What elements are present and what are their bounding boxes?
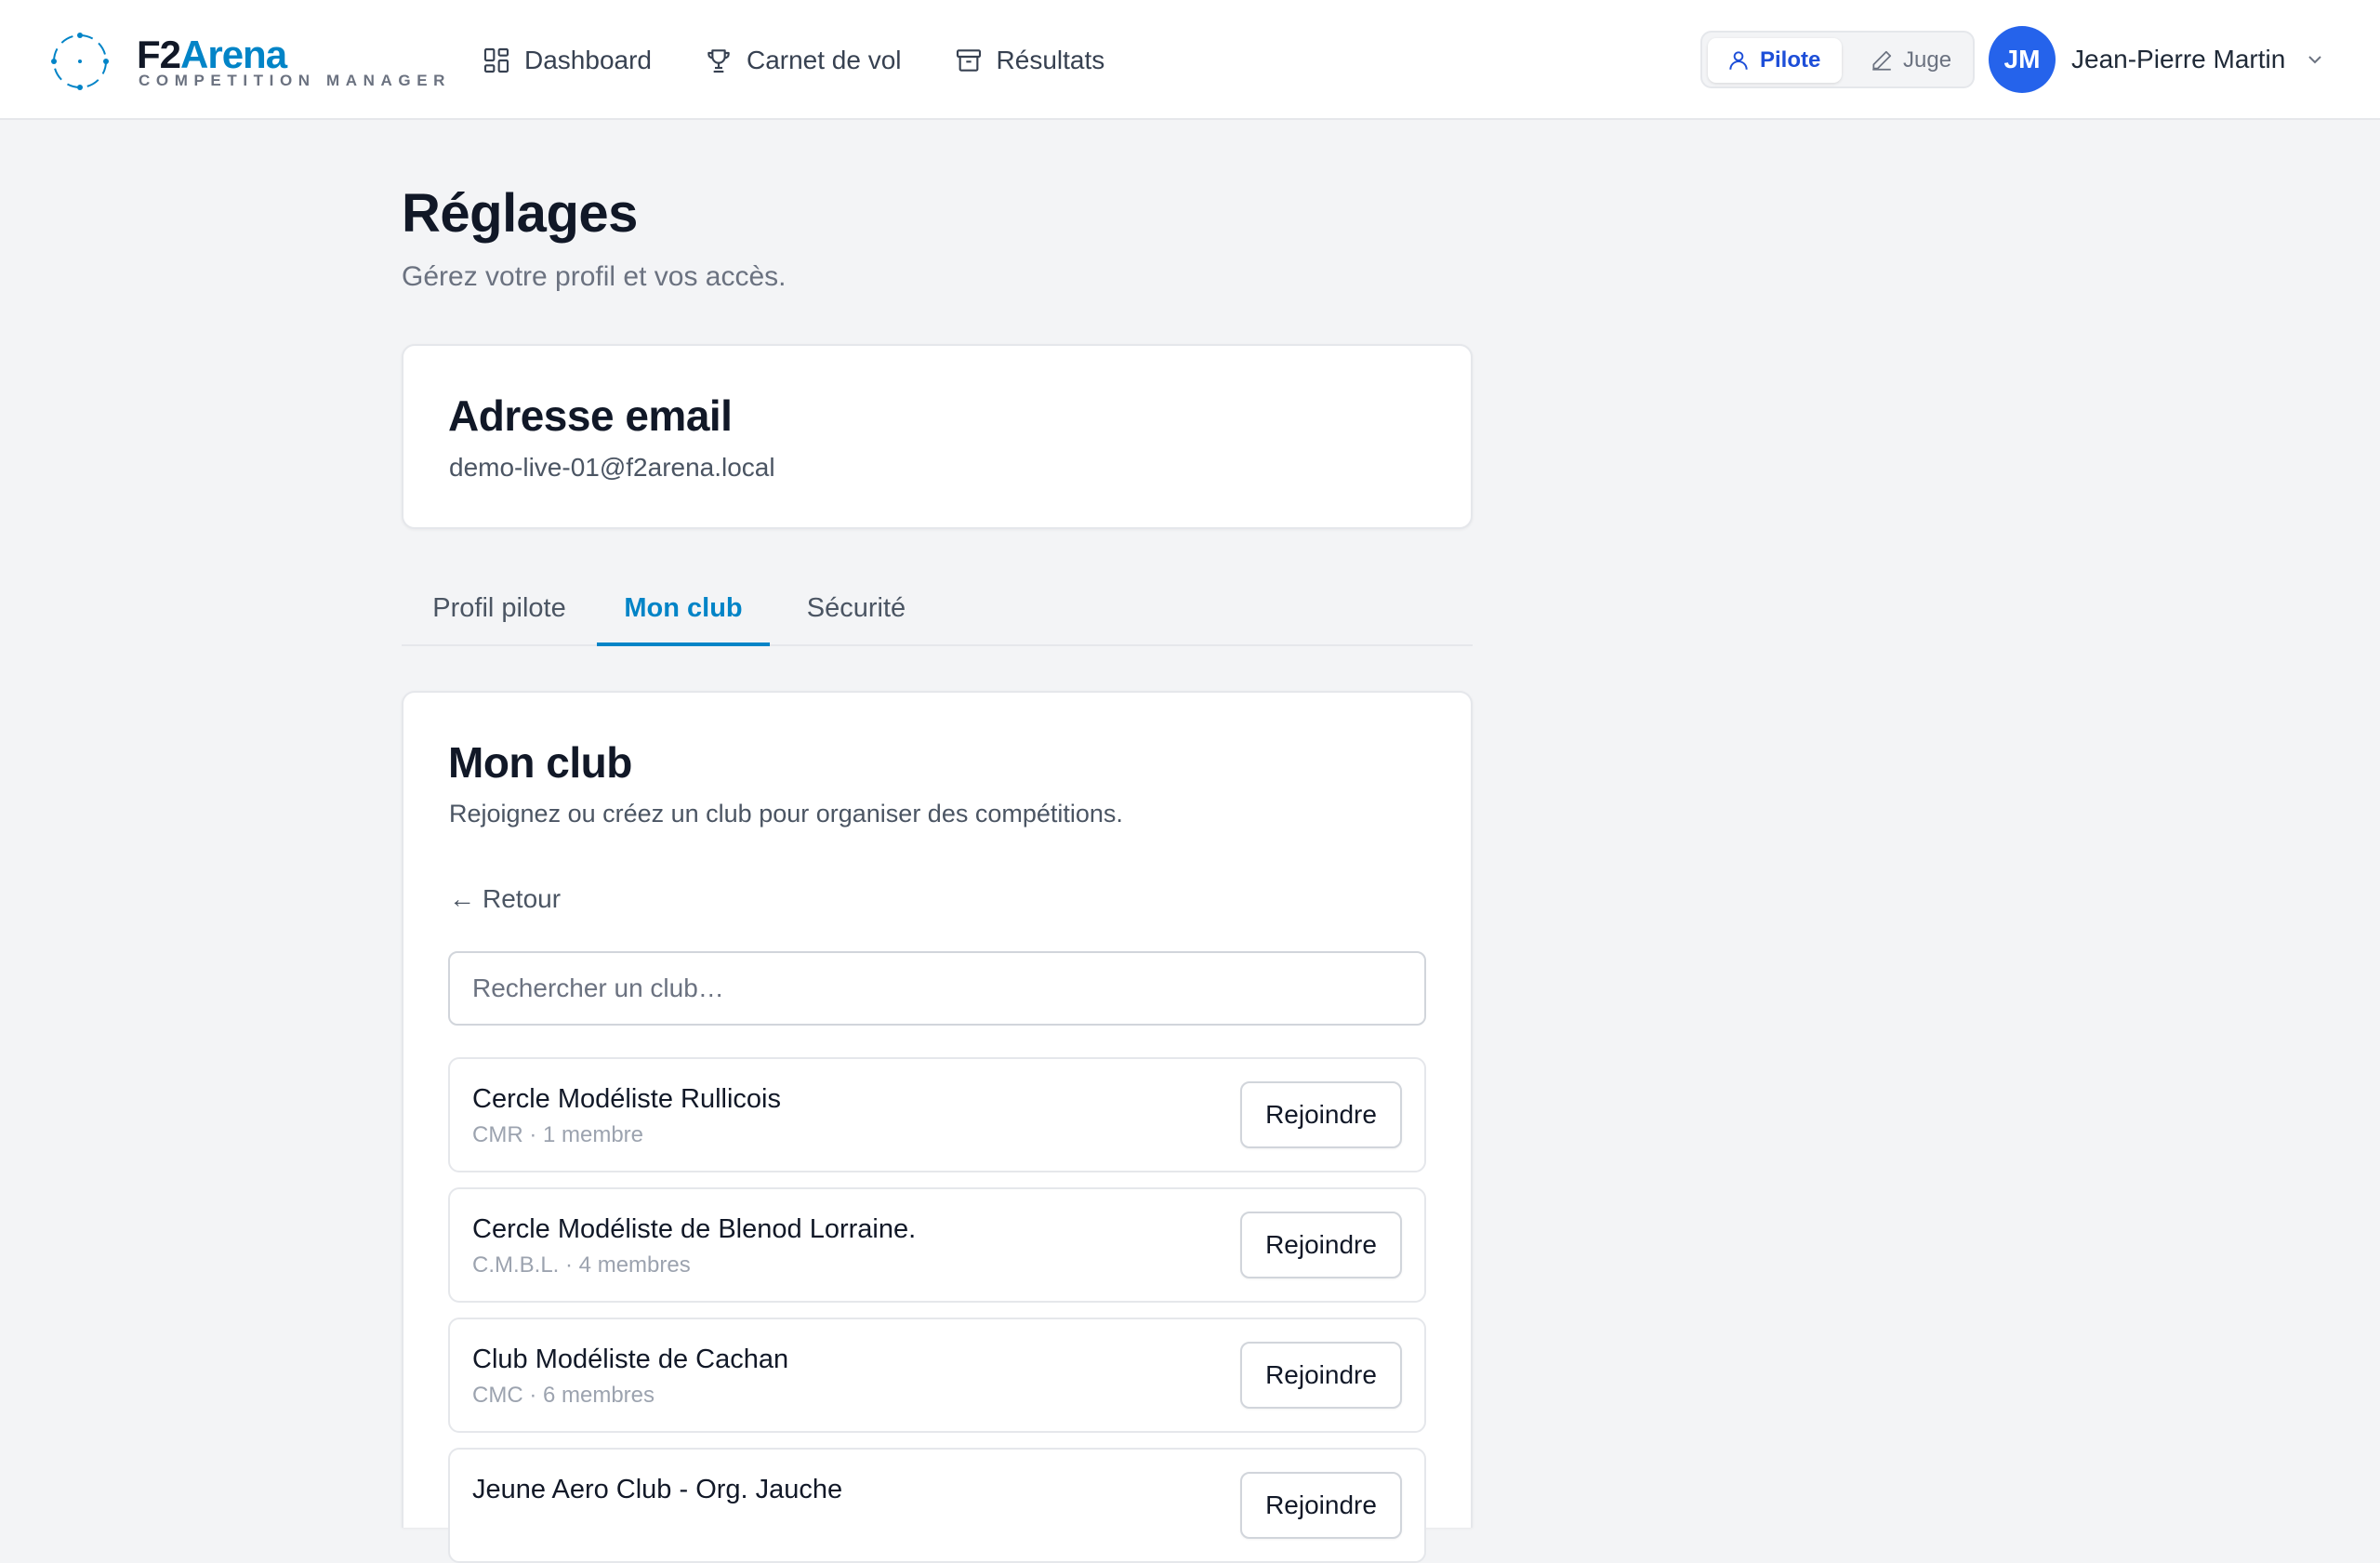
tab-mon-club[interactable]: Mon club — [597, 576, 770, 646]
chevron-down-icon — [2308, 56, 2322, 64]
club-meta: CMR · 1 membre — [472, 1122, 644, 1147]
join-club-button[interactable]: Rejoindre — [1240, 1081, 1402, 1148]
archive-icon — [956, 49, 981, 72]
club-list-item: Cercle Modéliste Rullicois CMR · 1 membr… — [448, 1057, 1426, 1172]
club-name: Cercle Modéliste Rullicois — [472, 1084, 781, 1114]
email-card-title: Adresse email — [448, 391, 733, 440]
role-juge-label: Juge — [1903, 47, 1952, 73]
top-navigation-bar: F2Arena COMPETITION MANAGER Dashboard Ca… — [0, 0, 2380, 120]
dashboard-icon — [483, 47, 509, 73]
club-list-item: Jeune Aero Club - Org. Jauche Rejoindre — [448, 1448, 1426, 1563]
logo-main-text: F2 — [137, 33, 181, 76]
club-meta: C.M.B.L. · 4 membres — [472, 1252, 691, 1278]
club-card-title: Mon club — [448, 738, 632, 787]
email-card: Adresse email demo-live-01@f2arena.local — [402, 344, 1473, 529]
nav-carnet-de-vol-label: Carnet de vol — [746, 46, 902, 74]
role-pilote-label: Pilote — [1760, 47, 1821, 73]
logo-accent-text: Arena — [180, 33, 287, 76]
email-value: demo-live-01@f2arena.local — [449, 453, 775, 482]
crosshair-logo-icon — [51, 33, 109, 90]
role-pilote-button[interactable]: Pilote — [1708, 38, 1842, 83]
logo-tagline: COMPETITION MANAGER — [139, 72, 452, 89]
nav-resultats[interactable]: Résultats — [954, 37, 1105, 84]
club-meta: CMC · 6 membres — [472, 1383, 655, 1408]
back-link[interactable]: ← Retour — [449, 884, 561, 914]
tab-profil-pilote[interactable]: Profil pilote — [402, 576, 597, 646]
main-nav: Dashboard Carnet de vol Résultats — [482, 37, 1104, 84]
user-icon — [1729, 51, 1748, 70]
club-list-item: Cercle Modéliste de Blenod Lorraine. C.M… — [448, 1187, 1426, 1303]
app-logo[interactable]: F2Arena COMPETITION MANAGER — [48, 28, 444, 93]
club-card-description: Rejoignez ou créez un club pour organise… — [449, 800, 1123, 828]
back-label: Retour — [483, 884, 562, 913]
club-search-input[interactable] — [448, 951, 1426, 1026]
user-name: Jean-Pierre Martin — [2071, 45, 2286, 73]
tab-securite[interactable]: Sécurité — [770, 576, 943, 646]
club-name: Jeune Aero Club - Org. Jauche — [472, 1475, 843, 1504]
settings-tabs: Profil pilote Mon club Sécurité — [402, 576, 1473, 646]
role-juge-button[interactable]: Juge — [1851, 38, 1970, 83]
role-switcher: Pilote Juge — [1700, 31, 1975, 88]
arrow-left-icon: ← — [449, 884, 475, 913]
club-name: Cercle Modéliste de Blenod Lorraine. — [472, 1214, 917, 1244]
page-subtitle: Gérez votre profil et vos accès. — [402, 261, 787, 292]
join-club-button[interactable]: Rejoindre — [1240, 1472, 1402, 1539]
nav-dashboard-label: Dashboard — [524, 46, 652, 74]
club-name: Club Modéliste de Cachan — [472, 1344, 789, 1374]
club-list-item: Club Modéliste de Cachan CMC · 6 membres… — [448, 1318, 1426, 1433]
club-card: Mon club Rejoignez ou créez un club pour… — [402, 691, 1473, 1563]
join-club-button[interactable]: Rejoindre — [1240, 1342, 1402, 1409]
avatar: JM — [1989, 26, 2056, 93]
page-title: Réglages — [402, 183, 638, 244]
nav-carnet-de-vol[interactable]: Carnet de vol — [704, 37, 902, 84]
nav-resultats-label: Résultats — [996, 46, 1105, 74]
join-club-button[interactable]: Rejoindre — [1240, 1212, 1402, 1278]
trophy-icon — [707, 49, 730, 73]
nav-dashboard[interactable]: Dashboard — [482, 37, 652, 84]
pencil-icon — [1872, 50, 1892, 71]
user-menu[interactable]: JM Jean-Pierre Martin — [1989, 26, 2326, 93]
